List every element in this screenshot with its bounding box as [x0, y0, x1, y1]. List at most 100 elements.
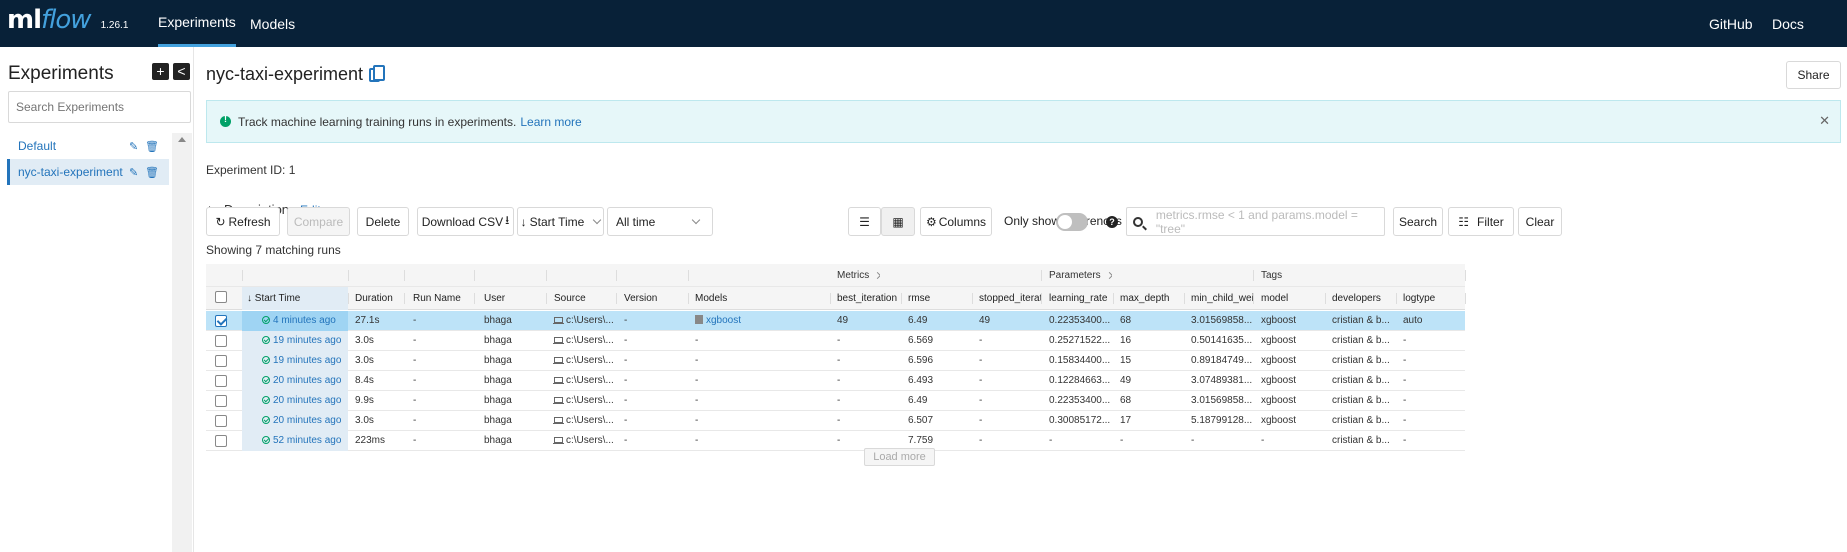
cell-user: bhaga: [479, 431, 545, 451]
trash-icon[interactable]: 🗑: [145, 166, 159, 179]
row-checkbox[interactable]: [215, 315, 227, 327]
collapse-sidebar-button[interactable]: <: [173, 63, 190, 80]
clear-button[interactable]: Clear: [1518, 207, 1562, 236]
load-more-button[interactable]: Load more: [864, 448, 935, 466]
table-view-button[interactable]: ▦: [881, 207, 915, 236]
row-checkbox[interactable]: [215, 375, 227, 387]
sidebar-scrollbar[interactable]: [172, 133, 192, 552]
cell-start-time[interactable]: 20 minutes ago: [242, 391, 348, 411]
refresh-label: Refresh: [228, 214, 271, 229]
cell-models-text[interactable]: xgboost: [706, 315, 741, 326]
run-link[interactable]: 20 minutes ago: [273, 395, 341, 406]
copy-icon[interactable]: [369, 64, 386, 82]
time-range-select[interactable]: All time: [607, 207, 713, 236]
search-button[interactable]: Search: [1393, 207, 1443, 236]
help-icon[interactable]: ?: [1106, 216, 1118, 228]
download-csv-button[interactable]: Download CSV ⭳: [417, 207, 514, 236]
cell-model: xgboost: [1256, 411, 1325, 431]
col-learning-rate[interactable]: learning_rate: [1044, 287, 1113, 310]
cell-run-name: -: [408, 431, 474, 451]
metrics-group-header[interactable]: Metrics: [832, 264, 881, 287]
col-max-depth[interactable]: max_depth: [1115, 287, 1184, 310]
col-models[interactable]: Models: [690, 287, 830, 310]
cell-models-text: -: [695, 355, 699, 366]
scroll-up-icon[interactable]: [178, 137, 186, 142]
cell-learning-rate: 0.22353400...: [1044, 311, 1113, 331]
delete-button[interactable]: Delete: [357, 207, 409, 236]
add-experiment-button[interactable]: +: [152, 63, 169, 80]
select-all-checkbox[interactable]: [215, 291, 227, 303]
cell-source: c:\Users\...: [549, 431, 615, 451]
table-row[interactable]: 19 minutes ago 3.0s - bhaga c:\Users\... - - -6…: [206, 351, 1465, 371]
cell-start-time[interactable]: 20 minutes ago: [242, 371, 348, 391]
col-min-child-weight[interactable]: min_child_weigh: [1186, 287, 1253, 310]
table-row[interactable]: 4 minutes ago 27.1s - bhaga c:\Users\... - xgb…: [206, 311, 1465, 331]
learn-more-link[interactable]: Learn more: [520, 115, 581, 129]
filter-button[interactable]: ☷ Filter: [1448, 207, 1514, 236]
nav-github[interactable]: GitHub: [1709, 0, 1753, 47]
row-checkbox[interactable]: [215, 435, 227, 447]
table-row[interactable]: 19 minutes ago 3.0s - bhaga c:\Users\... - - -6…: [206, 331, 1465, 351]
table-row[interactable]: 20 minutes ago 8.4s - bhaga c:\Users\... - - -6…: [206, 371, 1465, 391]
col-rmse[interactable]: rmse: [903, 287, 972, 310]
edit-icon[interactable]: ✎: [129, 140, 138, 153]
run-link[interactable]: 19 minutes ago: [273, 335, 341, 346]
list-view-button[interactable]: ☰: [848, 207, 881, 236]
cell-start-time[interactable]: 52 minutes ago: [242, 431, 348, 451]
run-link[interactable]: 19 minutes ago: [273, 355, 341, 366]
run-link[interactable]: 52 minutes ago: [273, 435, 341, 446]
col-source[interactable]: Source: [549, 287, 615, 310]
cell-run-name-text: -: [413, 375, 417, 386]
col-start-time[interactable]: ↓ Start Time: [242, 287, 348, 310]
col-model[interactable]: model: [1256, 287, 1325, 310]
col-version[interactable]: Version: [619, 287, 685, 310]
edit-icon[interactable]: ✎: [129, 166, 138, 179]
sidebar-item-default[interactable]: Default ✎ 🗑: [7, 133, 169, 159]
cell-max-depth-text: -: [1120, 435, 1124, 446]
sort-select[interactable]: ↓ Start Time: [517, 207, 604, 236]
row-checkbox[interactable]: [215, 335, 227, 347]
col-run-name[interactable]: Run Name: [408, 287, 474, 310]
cell-source-text: c:\Users\...: [566, 375, 614, 386]
cell-start-time[interactable]: 19 minutes ago: [242, 351, 348, 371]
cell-start-time[interactable]: 20 minutes ago: [242, 411, 348, 431]
only-differences-toggle[interactable]: [1056, 213, 1088, 231]
compare-button[interactable]: Compare: [287, 207, 350, 236]
nav-models[interactable]: Models: [250, 0, 295, 47]
col-duration[interactable]: Duration: [350, 287, 404, 310]
cell-start-time[interactable]: 4 minutes ago: [242, 311, 348, 331]
close-icon[interactable]: ✕: [1819, 113, 1830, 129]
nav-experiments[interactable]: Experiments: [158, 0, 236, 47]
cell-model-text: xgboost: [1261, 395, 1297, 406]
table-row[interactable]: 20 minutes ago 9.9s - bhaga c:\Users\... - - -6…: [206, 391, 1465, 411]
cell-min-child-weight: -: [1186, 431, 1253, 451]
parameters-group-label: Parameters: [1049, 270, 1101, 281]
parameters-group-header[interactable]: Parameters: [1044, 264, 1112, 287]
run-link[interactable]: 20 minutes ago: [273, 415, 341, 426]
run-link[interactable]: 20 minutes ago: [273, 375, 341, 386]
run-link[interactable]: 4 minutes ago: [273, 315, 336, 326]
cell-learning-rate: 0.22353400...: [1044, 391, 1113, 411]
col-best-iteration[interactable]: best_iteration: [832, 287, 901, 310]
mlflow-logo[interactable]: ml flow 1.26.1: [7, 5, 128, 35]
search-experiments-input[interactable]: [8, 91, 191, 123]
trash-icon[interactable]: 🗑: [145, 140, 159, 153]
nav-docs[interactable]: Docs: [1772, 0, 1804, 47]
cell-start-time[interactable]: 19 minutes ago: [242, 331, 348, 351]
table-row[interactable]: 52 minutes ago 223ms - bhaga c:\Users\... - - -…: [206, 431, 1465, 451]
refresh-button[interactable]: ↻ Refresh: [206, 207, 280, 236]
cell-run-name-text: -: [413, 415, 417, 426]
col-developers[interactable]: developers: [1327, 287, 1396, 310]
col-user[interactable]: User: [479, 287, 545, 310]
share-button[interactable]: Share: [1786, 61, 1841, 89]
col-logtype[interactable]: logtype: [1398, 287, 1464, 310]
search-runs-input[interactable]: metrics.rmse < 1 and params.model = "tre…: [1126, 207, 1385, 236]
row-checkbox[interactable]: [215, 355, 227, 367]
col-stopped-iteration[interactable]: stopped_iteratic: [974, 287, 1041, 310]
table-row[interactable]: 20 minutes ago 3.0s - bhaga c:\Users\... - - -6…: [206, 411, 1465, 431]
cell-source: c:\Users\...: [549, 371, 615, 391]
sidebar-item-nyc-taxi[interactable]: nyc-taxi-experiment ✎ 🗑: [7, 159, 169, 185]
row-checkbox[interactable]: [215, 415, 227, 427]
columns-button[interactable]: ⚙ Columns: [920, 207, 992, 236]
row-checkbox[interactable]: [215, 395, 227, 407]
